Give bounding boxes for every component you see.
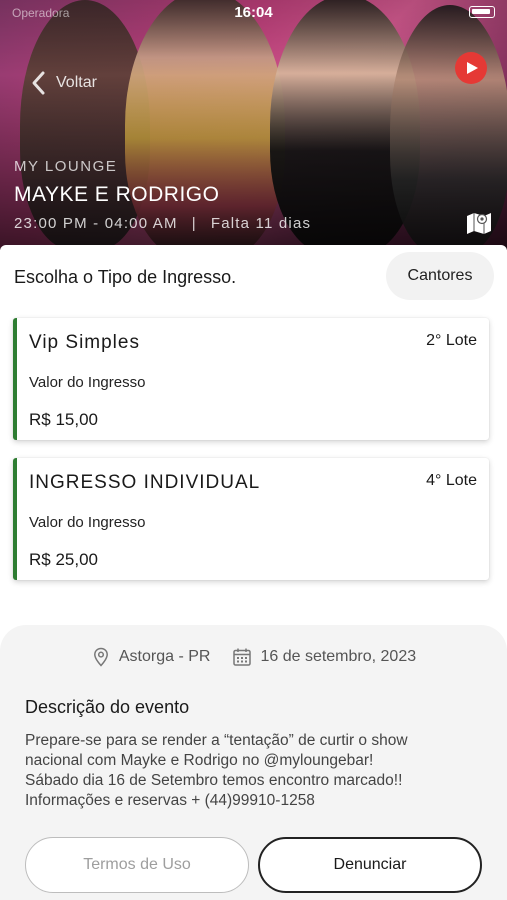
location-text: Astorga - PR bbox=[118, 648, 211, 665]
date-text: 16 de setembro, 2023 bbox=[260, 648, 417, 665]
schedule-separator: | bbox=[191, 215, 197, 232]
description-line: nacional com Mayke e Rodrigo no @myloung… bbox=[25, 752, 374, 769]
ticket-card[interactable]: Vip Simples 2° Lote Valor do Ingresso R$… bbox=[13, 318, 489, 440]
battery-icon bbox=[469, 6, 495, 18]
ticket-name: Vip Simples bbox=[29, 332, 140, 353]
calendar-icon bbox=[233, 648, 252, 666]
ticket-card[interactable]: INGRESSO INDIVIDUAL 4° Lote Valor do Ing… bbox=[13, 458, 489, 580]
event-screen: Operadora 16:04 Voltar MY LOUNGE MAYKE E… bbox=[0, 0, 507, 900]
event-banner: Operadora 16:04 Voltar MY LOUNGE MAYKE E… bbox=[0, 0, 507, 250]
description-line: Sábado dia 16 de Setembro temos encontro… bbox=[25, 772, 403, 789]
status-time: 16:04 bbox=[234, 4, 273, 21]
ticket-price: R$ 15,00 bbox=[29, 410, 98, 429]
tickets-heading: Escolha o Tipo de Ingresso. bbox=[14, 267, 237, 287]
report-button[interactable]: Denunciar bbox=[258, 837, 482, 893]
ticket-value-label: Valor do Ingresso bbox=[29, 374, 146, 391]
back-label: Voltar bbox=[56, 74, 97, 91]
location-pin-icon bbox=[93, 647, 108, 667]
event-title: MAYKE E RODRIGO bbox=[14, 183, 220, 206]
event-details-sheet: Astorga - PR 16 de setembro, 2023 Descri… bbox=[0, 625, 507, 900]
tickets-section: Escolha o Tipo de Ingresso. Cantores Vip… bbox=[0, 245, 507, 625]
description-text: Prepare-se para se render a “tentação” d… bbox=[25, 731, 485, 811]
description-title: Descrição do evento bbox=[25, 697, 190, 717]
event-date: 16 de setembro, 2023 bbox=[232, 647, 416, 667]
event-schedule: 23:00 PM - 04:00 AM | Falta 11 dias bbox=[14, 215, 311, 232]
ticket-name: INGRESSO INDIVIDUAL bbox=[29, 472, 261, 493]
description-line: Prepare-se para se render a “tentação” d… bbox=[25, 732, 408, 749]
event-meta: Astorga - PR 16 de setembro, 2023 bbox=[0, 647, 507, 667]
ticket-lote: 4° Lote bbox=[426, 472, 477, 489]
event-time-range: 23:00 PM - 04:00 AM bbox=[14, 215, 178, 232]
description-line: Informações e reservas + (44)99910-1258 bbox=[25, 792, 315, 809]
ticket-value-label: Valor do Ingresso bbox=[29, 514, 146, 531]
banner-gradient bbox=[0, 0, 507, 250]
play-video-button[interactable] bbox=[455, 52, 487, 84]
event-countdown: Falta 11 dias bbox=[210, 215, 312, 232]
chevron-left-icon bbox=[32, 71, 45, 95]
event-location: Astorga - PR bbox=[91, 647, 211, 667]
ticket-price: R$ 25,00 bbox=[29, 550, 98, 569]
singers-button[interactable]: Cantores bbox=[386, 252, 494, 300]
venue-name: MY LOUNGE bbox=[14, 158, 118, 175]
ticket-lote: 2° Lote bbox=[426, 332, 477, 349]
back-button[interactable]: Voltar bbox=[30, 70, 97, 96]
map-icon[interactable] bbox=[465, 208, 493, 236]
play-icon bbox=[467, 62, 478, 74]
terms-button[interactable]: Termos de Uso bbox=[25, 837, 249, 893]
